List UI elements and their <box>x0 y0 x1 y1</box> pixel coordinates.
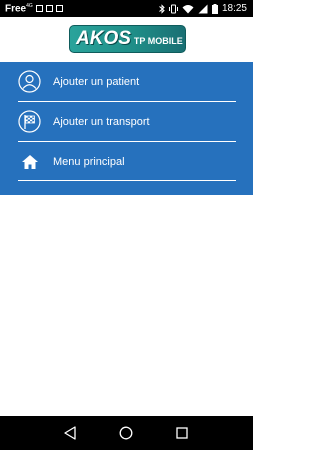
menu-item-add-transport[interactable]: Ajouter un transport <box>0 102 253 141</box>
vibrate-icon <box>168 4 178 13</box>
menu-item-label: Menu principal <box>53 155 125 168</box>
gallery-notification-icon <box>45 4 53 12</box>
network-type: 4G <box>26 2 33 9</box>
recents-icon[interactable] <box>173 424 191 442</box>
status-bar: Free4G 18:25 <box>0 0 253 17</box>
navigation-bar <box>0 416 253 450</box>
app-screen: Free4G 18:25 AKOS TP MOBILE Ajouter un p… <box>0 0 253 450</box>
akos-logo: AKOS TP MOBILE <box>69 25 186 53</box>
menu-item-label: Ajouter un transport <box>53 115 150 128</box>
checkered-flag-icon <box>18 110 41 133</box>
carrier-label: Free4G <box>5 3 33 14</box>
bluetooth-icon <box>159 3 165 14</box>
app-header: AKOS TP MOBILE <box>0 17 253 62</box>
clock: 18:25 <box>221 3 247 14</box>
app-notification-icon <box>55 4 63 12</box>
person-icon <box>18 70 41 93</box>
menu-item-main-menu[interactable]: Menu principal <box>0 142 253 181</box>
menu-divider <box>18 180 236 181</box>
logo-sub-text: TP MOBILE <box>133 36 183 46</box>
logo-main-text: AKOS <box>76 28 131 49</box>
back-icon[interactable] <box>61 424 79 442</box>
signal-icon <box>198 4 208 13</box>
menu-item-label: Ajouter un patient <box>53 75 140 88</box>
wifi-icon <box>182 4 194 13</box>
menu-item-add-patient[interactable]: Ajouter un patient <box>0 62 253 101</box>
carrier-name: Free <box>5 3 27 15</box>
main-menu: Ajouter un patient Ajouter un transport … <box>0 62 253 195</box>
home-icon <box>18 150 41 173</box>
battery-icon <box>211 3 218 14</box>
image-notification-icon <box>35 4 43 12</box>
home-circle-icon[interactable] <box>117 424 135 442</box>
